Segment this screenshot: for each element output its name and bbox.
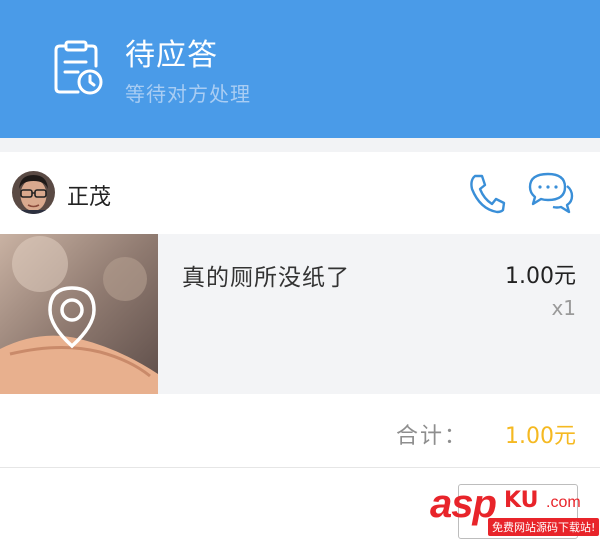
item-title: 真的厕所没纸了	[182, 265, 350, 291]
total-value: 1.00元	[505, 424, 576, 449]
seller-name: 正茂	[67, 185, 112, 210]
watermark-tagline: 免费网站源码下载站!	[488, 518, 600, 536]
seller-row: 正茂	[0, 152, 600, 234]
watermark-brand-ku: KU	[504, 488, 539, 513]
order-item[interactable]: 真的厕所没纸了 1.00元 x1	[0, 234, 600, 394]
status-subtitle: 等待对方处理	[125, 82, 251, 106]
total-row: 合计： 1.00元	[0, 394, 600, 468]
total-label: 合计：	[395, 424, 468, 449]
order-status-header: 待应答 等待对方处理	[0, 0, 600, 138]
item-price: 1.00元	[505, 264, 576, 289]
clipboard-clock-icon	[54, 40, 103, 95]
section-divider	[0, 138, 600, 152]
phone-icon[interactable]	[467, 172, 507, 214]
watermark-brand: asp	[430, 482, 497, 526]
avatar[interactable]	[12, 171, 55, 214]
watermark-logo: asp KU .com 免费网站源码下载站!	[430, 482, 600, 538]
watermark-suffix: .com	[546, 494, 581, 511]
chat-bubble-icon[interactable]	[527, 170, 575, 214]
item-thumbnail	[0, 234, 158, 394]
page-title: 待应答	[125, 38, 218, 73]
item-quantity: x1	[551, 296, 576, 320]
